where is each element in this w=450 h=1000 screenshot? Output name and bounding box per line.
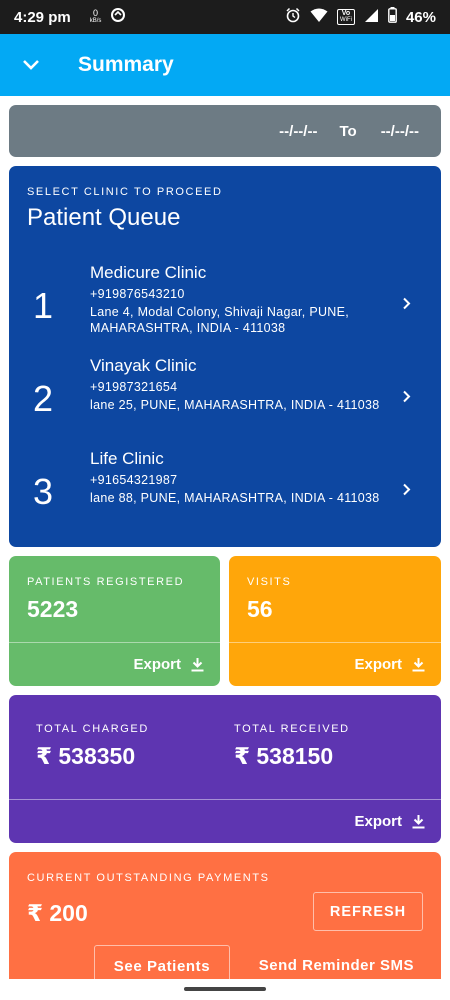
patient-queue-card: SELECT CLINIC TO PROCEED Patient Queue 1… xyxy=(9,166,441,547)
data-speed-icon: 0 kB/s xyxy=(90,9,102,25)
chevron-right-icon xyxy=(403,483,411,496)
download-icon xyxy=(412,815,425,829)
clinic-index: 1 xyxy=(33,285,54,326)
download-icon xyxy=(412,658,425,672)
total-received: TOTAL RECEIVED ₹ 538150 xyxy=(234,723,350,770)
patients-registered-value: 5223 xyxy=(27,596,79,622)
export-label: Export xyxy=(354,656,402,673)
battery-icon xyxy=(388,7,397,27)
clinic-phone: +919876543210 xyxy=(90,287,185,301)
export-label: Export xyxy=(354,813,402,830)
outstanding-payments-card: CURRENT OUTSTANDING PAYMENTS ₹ 200 REFRE… xyxy=(9,852,441,1000)
download-icon xyxy=(191,658,204,672)
clinic-address: lane 88, PUNE, MAHARASHTRA, INDIA - 4110… xyxy=(90,491,380,505)
alarm-icon xyxy=(285,7,301,27)
clinic-phone: +91654321987 xyxy=(90,473,178,487)
refresh-button[interactable]: REFRESH xyxy=(313,892,423,931)
send-reminder-sms-button[interactable]: Send Reminder SMS xyxy=(259,957,414,974)
clinic-phone: +91987321654 xyxy=(90,380,178,394)
date-from[interactable]: --/--/-- xyxy=(279,123,317,140)
clinic-name: Life Clinic xyxy=(90,449,164,468)
page-title: Summary xyxy=(78,53,174,76)
export-totals-button[interactable]: Export xyxy=(354,813,425,830)
clinic-address: Lane 4, Modal Colony, Shivaji Nagar, PUN… xyxy=(90,305,350,335)
patients-registered-card: PATIENTS REGISTERED 5223 Export xyxy=(9,556,220,686)
visits-card: VISITS 56 Export xyxy=(229,556,441,686)
patients-registered-label: PATIENTS REGISTERED xyxy=(27,576,185,588)
total-received-label: TOTAL RECEIVED xyxy=(234,723,350,735)
app-bar: Summary xyxy=(0,34,450,96)
home-gesture-handle[interactable] xyxy=(184,987,266,991)
clinic-name: Vinayak Clinic xyxy=(90,356,197,375)
divider xyxy=(9,799,441,800)
collapse-button[interactable] xyxy=(0,34,62,96)
queue-overline: SELECT CLINIC TO PROCEED xyxy=(27,186,223,198)
date-to-label: To xyxy=(339,122,357,140)
divider xyxy=(9,642,220,643)
clinic-index: 3 xyxy=(33,471,54,512)
outstanding-label: CURRENT OUTSTANDING PAYMENTS xyxy=(27,872,270,884)
status-time: 4:29 pm xyxy=(14,8,71,26)
clinic-list-item[interactable]: 3 Life Clinic +91654321987 lane 88, PUNE… xyxy=(9,449,441,539)
divider xyxy=(229,642,441,643)
visits-value: 56 xyxy=(247,596,273,622)
export-visits-button[interactable]: Export xyxy=(354,656,425,673)
totals-card: TOTAL CHARGED ₹ 538350 TOTAL RECEIVED ₹ … xyxy=(9,695,441,843)
total-charged-label: TOTAL CHARGED xyxy=(36,723,149,735)
total-charged-value: ₹ 538350 xyxy=(36,743,136,769)
clinic-address: lane 25, PUNE, MAHARASHTRA, INDIA - 4110… xyxy=(90,398,380,412)
volte-label: Vo xyxy=(341,10,351,17)
date-to[interactable]: --/--/-- xyxy=(381,123,419,140)
navigation-bar xyxy=(0,979,450,1000)
total-received-value: ₹ 538150 xyxy=(234,743,334,769)
wifi-label: WiFi xyxy=(339,17,352,23)
battery-percent: 46% xyxy=(405,8,436,26)
visits-label: VISITS xyxy=(247,576,292,588)
sync-icon xyxy=(110,7,126,27)
data-speed-value: 0 xyxy=(93,8,99,18)
volte-wifi-badge: Vo WiFi xyxy=(336,9,355,25)
data-speed-unit: kB/s xyxy=(89,18,102,24)
clinic-info: Vinayak Clinic +91987321654 lane 25, PUN… xyxy=(90,356,380,413)
chevron-right-icon xyxy=(403,297,411,310)
signal-icon xyxy=(364,8,379,27)
date-range-bar: --/--/-- To --/--/-- xyxy=(9,105,441,157)
wifi-icon xyxy=(310,8,328,27)
clinic-name: Medicure Clinic xyxy=(90,263,207,282)
chevron-down-icon xyxy=(23,60,39,70)
export-patients-button[interactable]: Export xyxy=(133,656,204,673)
outstanding-value: ₹ 200 xyxy=(27,900,88,926)
clinic-info: Life Clinic +91654321987 lane 88, PUNE, … xyxy=(90,449,380,506)
clinic-index: 2 xyxy=(33,378,54,419)
status-bar: 4:29 pm 0 kB/s Vo WiFi 46% xyxy=(0,0,450,34)
clinic-info: Medicure Clinic +919876543210 Lane 4, Mo… xyxy=(90,263,380,336)
total-charged: TOTAL CHARGED ₹ 538350 xyxy=(36,723,149,770)
clinic-list-item[interactable]: 1 Medicure Clinic +919876543210 Lane 4, … xyxy=(9,263,441,353)
chevron-right-icon xyxy=(403,390,411,403)
clinic-list-item[interactable]: 2 Vinayak Clinic +91987321654 lane 25, P… xyxy=(9,356,441,446)
queue-title: Patient Queue xyxy=(27,204,181,231)
export-label: Export xyxy=(133,656,181,673)
